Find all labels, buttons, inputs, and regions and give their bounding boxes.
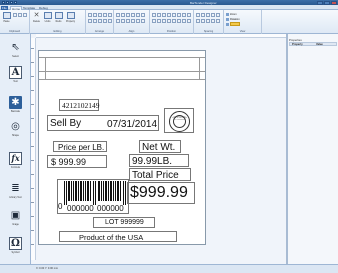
redo-icon: [54, 12, 63, 19]
serial-number-text[interactable]: 4212102149: [62, 101, 100, 110]
zoom-control[interactable]: Zoom: [226, 12, 237, 16]
status-text: X: 0.00 Y: 0.00 mm: [36, 267, 59, 270]
library-tool[interactable]: ≣ Library Text: [6, 182, 25, 202]
align-group: Align: [114, 10, 150, 34]
guide-line: [39, 79, 205, 80]
text-icon: A: [9, 66, 22, 79]
barcode-lead-digit: 0: [58, 202, 63, 211]
guide-line: [39, 71, 205, 72]
align-row-2[interactable]: [116, 19, 145, 23]
rotation-icon: [226, 17, 229, 21]
arrange-row-1[interactable]: [88, 13, 112, 17]
guide-line: [199, 57, 200, 79]
net-wt-value[interactable]: 99.99LB.: [132, 156, 172, 167]
editing-group: ✕ Delete Undo Redo Property Editing: [30, 10, 86, 34]
toolbox: ⇖ Select A Text ✱ Barcode ◎ Shape fx For…: [0, 34, 31, 264]
formula-icon: fx: [9, 152, 22, 165]
window-controls: [317, 0, 337, 5]
horizontal-ruler: [36, 34, 286, 38]
guide-line: [39, 57, 205, 58]
align-row-1[interactable]: [116, 13, 145, 17]
formula-tool[interactable]: fx Formula: [6, 152, 25, 172]
close-button[interactable]: [331, 0, 337, 5]
redo-button[interactable]: Redo: [54, 12, 63, 24]
clipboard-small-buttons[interactable]: [13, 13, 27, 17]
delete-icon: ✕: [33, 12, 40, 19]
sell-by-date[interactable]: 07/31/2014: [107, 119, 157, 130]
ribbon: Paste Clipboard ✕ Delete Undo Redo Prope…: [0, 10, 338, 34]
barcode-tool[interactable]: ✱ Barcode: [6, 96, 25, 116]
usda-seal-icon: U.S. INSPECTED AND PASSED BY DEPARTMENT …: [169, 111, 190, 132]
view-dropdown[interactable]: [230, 22, 240, 26]
barcode-icon: ✱: [9, 96, 22, 109]
status-bar: X: 0.00 Y: 0.00 mm: [0, 264, 338, 273]
shape-tool[interactable]: ◎ Shape: [6, 120, 25, 140]
paste-button[interactable]: Paste: [2, 12, 11, 24]
clipboard-group: Paste Clipboard: [0, 10, 30, 34]
spacing-group: Spacing: [194, 10, 224, 34]
maximize-button[interactable]: [324, 0, 330, 5]
window-title: BarTender Designer: [190, 0, 217, 5]
net-wt-label[interactable]: Net Wt.: [142, 142, 175, 153]
spacing-row-2[interactable]: [196, 19, 220, 23]
properties-button[interactable]: Property: [66, 12, 75, 24]
usda-seal[interactable]: U.S. INSPECTED AND PASSED BY DEPARTMENT …: [164, 108, 194, 133]
spacing-row-1[interactable]: [196, 13, 220, 17]
total-price-label[interactable]: Total Price: [132, 170, 179, 181]
properties-panel: Properties Property Value: [288, 34, 338, 264]
undo-icon: [43, 12, 52, 19]
properties-header: Property Value: [289, 42, 337, 46]
text-tool[interactable]: A Text: [6, 66, 25, 86]
price-per-lb-label[interactable]: Price per LB.: [58, 143, 104, 152]
arrange-group: Arrange: [86, 10, 114, 34]
properties-icon: [66, 12, 75, 19]
price-value[interactable]: $ 999.99: [51, 157, 86, 167]
image-tool[interactable]: ▣ Image: [6, 209, 25, 229]
pointer-icon: ⇖: [11, 42, 20, 53]
lot-number[interactable]: LOT 999999: [105, 219, 144, 226]
paste-icon: [2, 12, 11, 19]
symbol-tool[interactable]: Ω Symbol: [6, 237, 25, 257]
view-icon: [226, 22, 229, 26]
label-template[interactable]: 4212102149 Sell By 07/31/2014 U.S. INSPE…: [38, 50, 206, 245]
position-row-1[interactable]: [152, 13, 191, 17]
barcode-bars: [64, 181, 126, 205]
barcode-left-digits: 000000: [67, 204, 94, 213]
position-group: Position: [150, 10, 194, 34]
country-of-origin[interactable]: Product of the USA: [79, 233, 143, 242]
sell-by-label[interactable]: Sell By: [50, 118, 81, 129]
value-column-header[interactable]: Value: [316, 43, 323, 46]
barcode-right-digits: 000000: [97, 204, 124, 213]
position-row-2[interactable]: [152, 19, 191, 23]
vertical-ruler: [31, 38, 36, 260]
delete-button[interactable]: ✕ Delete: [32, 12, 41, 24]
symbol-icon: Ω: [9, 237, 22, 250]
upc-barcode[interactable]: 0 000000 000000: [57, 179, 129, 214]
arrange-row-2[interactable]: [88, 19, 112, 23]
total-price-value[interactable]: $999.99: [130, 184, 188, 202]
minimize-button[interactable]: [317, 0, 323, 5]
view-options[interactable]: [226, 22, 240, 26]
image-icon: ▣: [10, 210, 21, 221]
shape-icon: ◎: [11, 121, 20, 132]
quick-access-toolbar[interactable]: [2, 0, 22, 5]
view-group: Zoom Rotation View: [224, 10, 262, 34]
rotation-control[interactable]: Rotation: [226, 17, 240, 21]
library-icon: ≣: [11, 183, 20, 194]
zoom-icon: [226, 12, 229, 16]
select-tool[interactable]: ⇖ Select: [6, 41, 25, 61]
guide-line: [45, 57, 46, 79]
property-column-header[interactable]: Property: [292, 43, 303, 46]
undo-button[interactable]: Undo: [43, 12, 52, 24]
